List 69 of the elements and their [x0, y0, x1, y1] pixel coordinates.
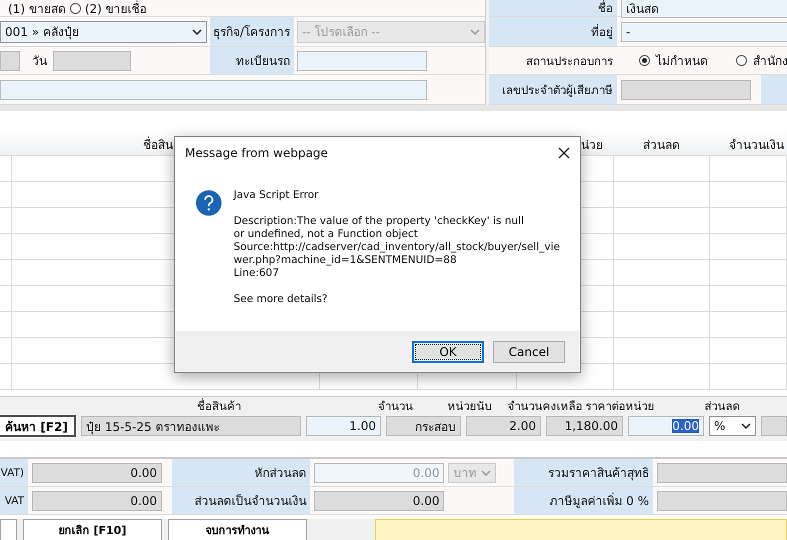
chevron-down-icon [481, 470, 492, 476]
radio-button[interactable] [70, 2, 81, 14]
amount-field[interactable]: 0.00 [314, 490, 444, 510]
chevron-down-icon [192, 28, 202, 34]
dialog-button[interactable]: Cancel [493, 340, 565, 362]
field-label: VAT [0, 487, 28, 514]
amount-field[interactable] [657, 462, 787, 482]
option-label: ไม่กำหนด [656, 53, 708, 70]
field-label: ทะเบียนรถ [210, 47, 294, 74]
price-field[interactable]: 1,180.00 [546, 416, 623, 436]
action-button[interactable]: ยกเลิก [F10] [23, 519, 162, 540]
option-label: (2) ขายเชื่อ [84, 0, 147, 18]
chevron-down-icon [470, 28, 480, 34]
unit-field[interactable]: กระสอบ [386, 416, 461, 436]
name-field[interactable]: เงินสด [621, 0, 787, 18]
field-label: ภาษีมูลค่าเพิ่ม 0 % [514, 487, 654, 514]
column-header: จำนวน [376, 398, 414, 414]
plate-field[interactable] [297, 50, 427, 70]
search-button[interactable]: ค้นหา [F2] [0, 415, 76, 437]
action-button[interactable]: จบการทำงาน [168, 519, 307, 540]
field-label: ส่วนลดเป็นจำนวนเงิน [172, 487, 310, 514]
field-label: วัน [32, 53, 47, 70]
dialog-question: See more details? [234, 293, 329, 306]
option-label: สำนักง [753, 53, 787, 70]
day-field[interactable] [53, 50, 131, 70]
error-message: Description:The value of the property 'checkKey' is null or undefined, not a Function object [234, 215, 525, 241]
column-header: ชื่อสินค้า [196, 397, 242, 414]
discount-field[interactable]: 0.00 [628, 416, 704, 436]
field-label: รวมราคาสินค้าสุทธิ [514, 459, 654, 486]
radio-button[interactable] [736, 55, 747, 66]
chevron-down-icon [741, 423, 751, 429]
field-label: ที่อยู่ [489, 17, 617, 46]
input-field[interactable] [0, 50, 20, 70]
question-icon [196, 189, 222, 217]
error-heading: Java Script Error [234, 189, 320, 202]
column-header: จำนวนเงิน [729, 137, 784, 154]
column-header: จำนวนคงเหลือ [506, 398, 583, 414]
field-label: ชื่อ [489, 0, 617, 16]
tax-id-field[interactable] [621, 80, 751, 100]
discount-unit-select[interactable]: % [709, 416, 756, 436]
error-source: wer.php?machine_id=1&SENTMENUID=88 [234, 254, 458, 267]
field-label: ธุรกิจ/โครงการ [210, 17, 294, 46]
input-field[interactable] [0, 80, 427, 100]
input-field[interactable] [761, 416, 787, 436]
dialog-button[interactable]: OK [412, 340, 484, 362]
amount-field[interactable]: 0.00 [32, 462, 162, 482]
column-header: หน่วยนับ [446, 398, 493, 414]
button[interactable] [0, 519, 17, 540]
error-source: Source:http://cadserver/cad_inventory/all_stock/buyer/sell_vie [234, 241, 560, 254]
warehouse-select[interactable]: 001 » คลังปุ๋ย [0, 20, 207, 42]
column-header: ราคาต่อหน่วย [584, 398, 656, 414]
column-header: ส่วนลด [643, 137, 680, 154]
error-line: Line:607 [234, 267, 280, 280]
quantity-field[interactable]: 1.00 [306, 416, 381, 436]
column-header: ชื่อสิน [143, 136, 173, 154]
product-field[interactable]: ปุ๋ย 15-5-25 ตราทองแพะ [81, 416, 301, 436]
close-icon[interactable] [558, 147, 570, 159]
amount-field[interactable] [657, 490, 787, 510]
remaining-field[interactable]: 2.00 [466, 416, 541, 436]
field-label: เลขประจำตัวผู้เสียภาษี [489, 75, 617, 104]
field-label: VAT) [0, 459, 28, 486]
column-header: ส่วนลด [704, 398, 741, 414]
field-label: หักส่วนลด [172, 459, 310, 486]
amount-field[interactable]: 0.00 [32, 490, 162, 510]
option-label: (1) ขายสด [8, 0, 66, 18]
dialog-title: Message from webpage [185, 146, 328, 160]
radio-button[interactable] [639, 55, 650, 66]
address-field[interactable]: - [621, 22, 787, 42]
column-header: น่วย [581, 137, 603, 154]
